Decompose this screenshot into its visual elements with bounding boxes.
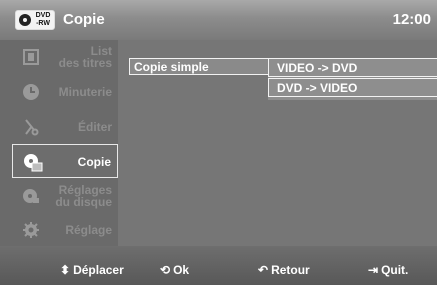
- up-down-arrow-icon: ⬍: [60, 263, 71, 277]
- disc-icon: [19, 14, 31, 26]
- logo-text: DVD -RW: [33, 12, 53, 28]
- sidebar-item-editer[interactable]: Éditer: [12, 110, 118, 144]
- sidebar-item-label: List des titres: [58, 44, 112, 70]
- header-bar: DVD -RW Copie 12:00: [0, 0, 437, 40]
- copy-direction-submenu: VIDEO -> DVD DVD -> VIDEO: [268, 58, 437, 100]
- exit-icon: ⇥: [368, 263, 379, 277]
- sidebar-item-liste-des-titres[interactable]: List des titres: [12, 40, 118, 74]
- gear-icon: [22, 221, 40, 239]
- sidebar-item-label: Éditer: [77, 120, 112, 134]
- submenu-item-video-to-dvd[interactable]: VIDEO -> DVD: [268, 58, 437, 77]
- sidebar-item-label: Minuterie: [58, 85, 112, 99]
- copy-disc-icon: [23, 153, 43, 172]
- footer-bar: ⬍ Déplacer ⟲ Ok ↶ Retour ⇥ Quit.: [0, 246, 437, 285]
- sidebar-item-reglage[interactable]: Réglage: [12, 213, 118, 247]
- page-title: Copie: [63, 11, 105, 28]
- sidebar-item-label: Copie: [77, 155, 111, 169]
- ok-hint: ⟲ Ok: [160, 263, 190, 277]
- return-icon: ↶: [258, 263, 269, 277]
- clock-icon: [22, 83, 40, 101]
- disc-settings-icon: [22, 187, 40, 205]
- scissors-icon: [22, 118, 40, 136]
- sidebar-item-minuterie[interactable]: Minuterie: [12, 75, 118, 109]
- film-icon: [22, 48, 40, 66]
- option-label: Copie simple: [134, 60, 209, 74]
- sidebar-item-reglages-du-disque[interactable]: Réglages du disque: [12, 179, 118, 213]
- sidebar-item-copie[interactable]: Copie: [12, 144, 118, 178]
- move-hint: ⬍ Déplacer: [60, 263, 124, 277]
- sidebar-item-label: Réglages du disque: [55, 183, 112, 209]
- sidebar-menu: List des titres Minuterie Éditer Copie R…: [12, 40, 118, 246]
- submenu-item-dvd-to-video[interactable]: DVD -> VIDEO: [268, 78, 437, 97]
- main-panel: Copie simple VIDEO -> DVD DVD -> VIDEO: [118, 40, 437, 246]
- sidebar-item-label: Réglage: [65, 223, 112, 237]
- return-hint: ↶ Retour: [258, 263, 310, 277]
- dvd-rw-logo: DVD -RW: [15, 10, 55, 30]
- dvd-menu-screen: DVD -RW Copie 12:00 List des titres Minu…: [0, 0, 437, 285]
- clock-display: 12:00: [392, 11, 431, 28]
- quit-hint: ⇥ Quit.: [368, 263, 409, 277]
- enter-icon: ⟲: [160, 263, 171, 277]
- logo-text-bottom: -RW: [36, 20, 50, 27]
- logo-text-top: DVD: [35, 12, 51, 19]
